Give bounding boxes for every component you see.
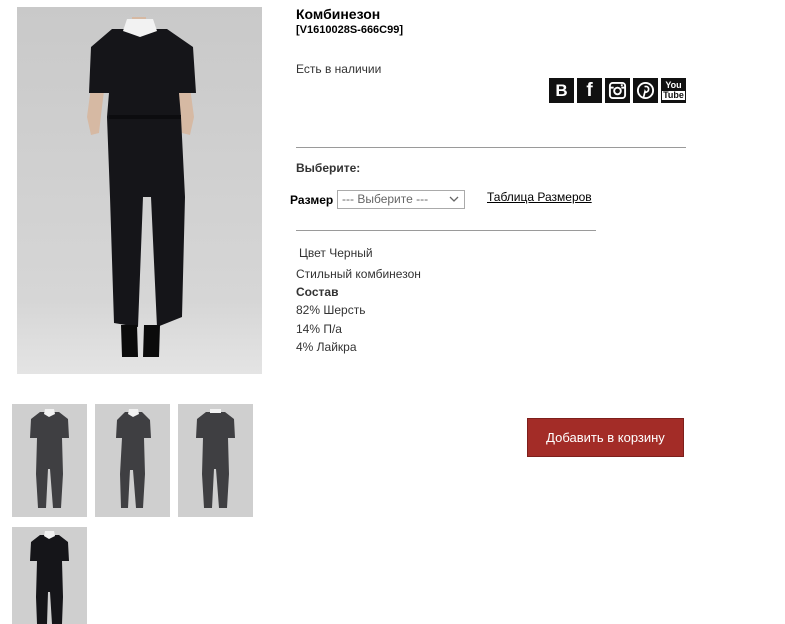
composition-heading: Состав <box>296 285 339 299</box>
vk-icon: В <box>555 80 568 100</box>
size-chart-link[interactable]: Таблица Размеров <box>487 190 592 204</box>
composition-item: 82% Шерсть <box>296 303 366 317</box>
size-label: Размер <box>290 193 334 207</box>
thumbnail-detail-view[interactable] <box>12 527 87 624</box>
thumbnail-front-view[interactable] <box>12 404 87 517</box>
product-title: Комбинезон <box>296 6 381 22</box>
facebook-icon: f <box>586 79 593 101</box>
youtube-icon: You Tube <box>662 80 685 100</box>
pinterest-share-button[interactable] <box>633 78 658 103</box>
vk-share-button[interactable]: В <box>549 78 574 103</box>
instagram-icon <box>608 81 627 100</box>
main-product-image <box>17 7 262 374</box>
pinterest-icon <box>636 81 655 100</box>
divider <box>296 147 686 148</box>
chevron-down-icon <box>449 196 459 202</box>
thumbnail-back-view[interactable] <box>178 404 253 517</box>
composition-item: 4% Лайкра <box>296 340 357 354</box>
options-heading: Выберите: <box>296 161 361 175</box>
facebook-share-button[interactable]: f <box>577 78 602 103</box>
product-color: Цвет Черный <box>299 246 373 260</box>
product-sku: [V1610028S-666C99] <box>296 24 404 36</box>
youtube-share-button[interactable]: You Tube <box>661 78 686 103</box>
thumbnail-angle-view[interactable] <box>95 404 170 517</box>
instagram-share-button[interactable] <box>605 78 630 103</box>
composition-item: 14% П/а <box>296 322 342 336</box>
stock-status: Есть в наличии <box>296 62 382 76</box>
size-select[interactable]: --- Выберите --- <box>337 190 465 209</box>
add-to-cart-button[interactable]: Добавить в корзину <box>527 418 684 457</box>
size-select-value: --- Выберите --- <box>342 192 429 206</box>
divider <box>296 230 596 231</box>
product-style-description: Стильный комбинезон <box>296 267 421 281</box>
